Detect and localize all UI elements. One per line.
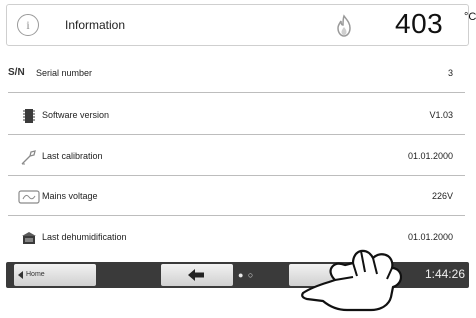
page-indicator: ● ○ [238,270,255,280]
back-arrow-icon [188,269,204,281]
row-divider [8,134,465,135]
row-value: V1.03 [429,110,453,120]
row-value: 226V [431,191,453,201]
clock: 1:44:26 [424,267,465,281]
info-row-mains-voltage: Mains voltage 226V [8,180,465,216]
home-button[interactable]: Home [14,264,96,286]
voltage-icon [18,190,40,204]
back-button[interactable] [161,264,233,286]
info-icon[interactable]: i [17,14,39,36]
row-divider [8,175,465,176]
dehumidification-icon [22,232,36,244]
serial-number-icon: S/N [8,67,25,78]
row-divider [8,92,465,93]
row-label: Last dehumidification [42,232,127,242]
page-title: Information [65,18,126,32]
flame-icon [337,14,351,37]
row-value: 3 [447,68,453,78]
row-value: 01.01.2000 [407,151,453,161]
row-label: Serial number [36,68,93,78]
info-row-serial-number: S/N Serial number 3 [8,57,465,93]
pointing-hand-icon [301,249,403,312]
temperature-unit: °C [464,11,476,23]
temperature-value: 403 [395,8,444,39]
chip-icon [23,109,35,123]
chevron-left-icon [18,271,23,279]
row-label: Last calibration [42,151,103,161]
row-divider [8,215,465,216]
header-bar: i Information 403 °C [6,4,476,46]
info-row-software-version: Software version V1.03 [8,99,465,135]
home-label: Home [26,271,45,278]
row-label: Mains voltage [42,191,98,201]
calibration-icon [21,150,36,165]
info-row-last-calibration: Last calibration 01.01.2000 [8,140,465,176]
row-label: Software version [42,110,110,120]
